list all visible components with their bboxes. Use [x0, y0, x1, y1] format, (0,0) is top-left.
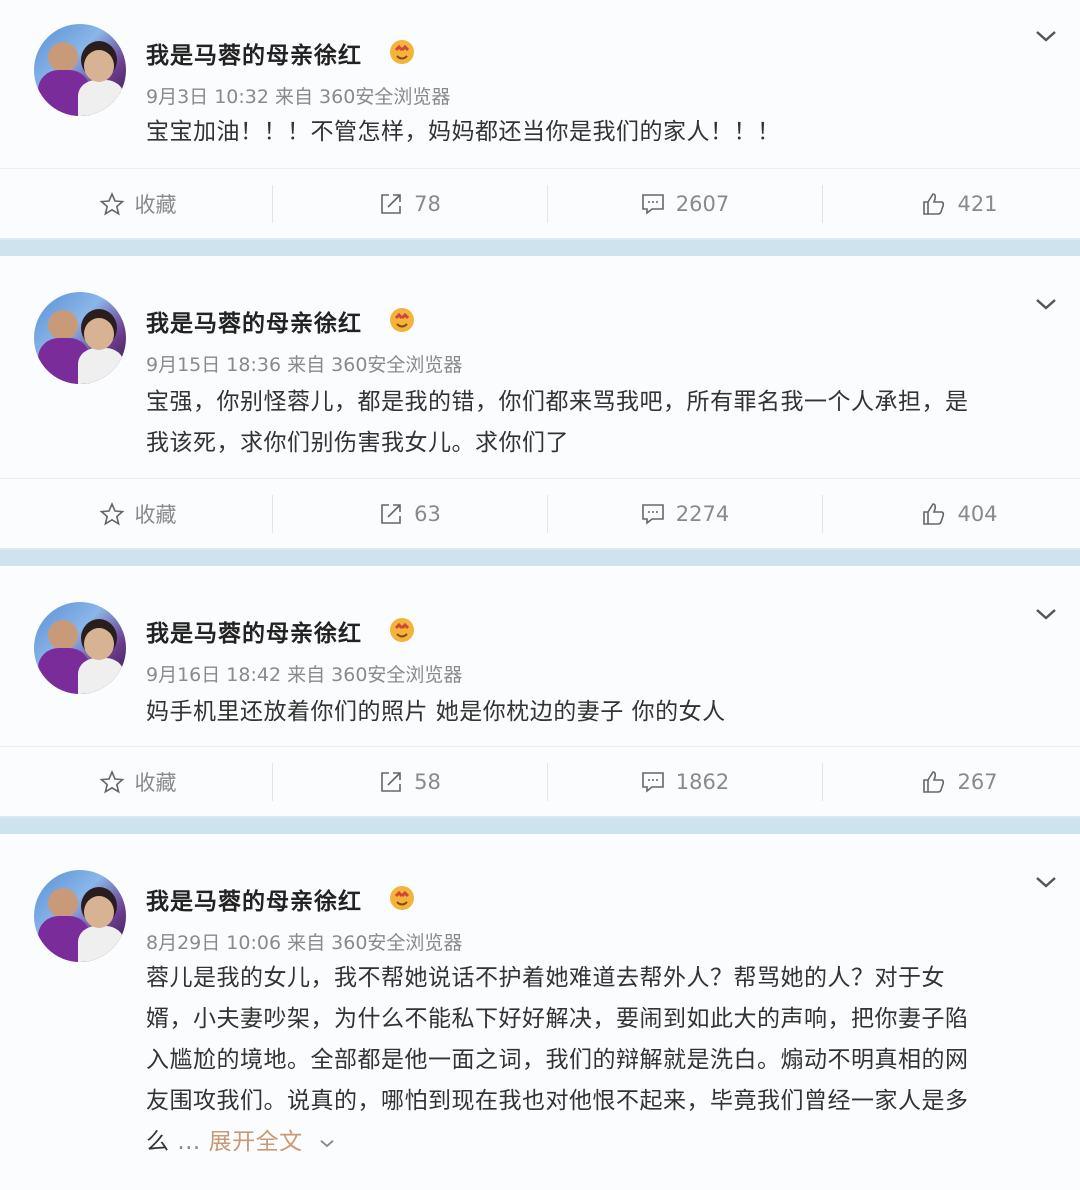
favorite-label: 收藏	[134, 193, 177, 217]
share-count: 58	[414, 770, 441, 794]
like-count: 404	[957, 502, 998, 526]
post-separator	[0, 548, 1080, 566]
favorite-label: 收藏	[134, 503, 177, 527]
post-4: 我是马蓉的母亲徐红 8月29日 10:06 来自 360安全浏览器 蓉儿是我的女…	[0, 834, 1080, 1190]
post-1: 我是马蓉的母亲徐红 9月3日 10:32 来自 360安全浏览器 宝宝加油！！！…	[0, 0, 1080, 238]
comment-icon	[641, 504, 664, 525]
favorite-button[interactable]: 收藏	[0, 747, 275, 817]
post-text: 宝宝加油！！！不管怎样，妈妈都还当你是我们的家人！！！	[146, 119, 781, 145]
thumbs-up-icon	[923, 503, 945, 525]
comment-count: 2274	[675, 502, 730, 526]
action-bar: 收藏 78 2607 421	[0, 168, 1080, 238]
post-text: 蓉儿是我的女儿，我不帮她说话不护着她难道去帮外人？帮骂她的人？对于女 婿，小夫妻…	[146, 958, 1046, 1163]
thumbs-up-icon	[923, 771, 945, 793]
comment-count: 1862	[675, 770, 730, 794]
favorite-label: 收藏	[134, 771, 177, 795]
post-text-line: 我该死，求你们别伤害我女儿。求你们了	[146, 430, 569, 456]
avatar[interactable]	[34, 24, 126, 116]
post-meta: 9月3日 10:32 来自 360安全浏览器	[146, 86, 451, 108]
share-count: 78	[414, 192, 441, 216]
like-button[interactable]: 267	[822, 747, 1080, 817]
post-meta: 9月16日 18:42 来自 360安全浏览器	[146, 664, 463, 686]
avatar[interactable]	[34, 602, 126, 694]
post-text-line: 婿，小夫妻吵架，为什么不能私下好好解决，要闹到如此大的声响，把你妻子陷	[146, 1006, 969, 1032]
expand-full-text-link[interactable]: 展开全文	[209, 1129, 303, 1155]
share-button[interactable]: 78	[272, 169, 547, 239]
post-text-line: 么 ... 展开全文	[146, 1122, 1046, 1163]
comment-button[interactable]: 2607	[547, 169, 822, 239]
ellipsis: ...	[177, 1129, 201, 1155]
love-badge-icon	[390, 618, 414, 642]
post-meta: 9月15日 18:36 来自 360安全浏览器	[146, 354, 463, 376]
chevron-down-icon[interactable]	[1034, 870, 1058, 894]
like-count: 267	[957, 770, 998, 794]
star-icon	[99, 501, 124, 526]
chevron-down-icon[interactable]	[318, 1134, 336, 1152]
share-button[interactable]: 58	[272, 747, 547, 817]
love-badge-icon	[390, 308, 414, 332]
post-text-line: 入尴尬的境地。全部都是他一面之词，我们的辩解就是洗白。煽动不明真相的网	[146, 1047, 969, 1073]
post-text-tail: 么	[146, 1129, 170, 1155]
post-3: 我是马蓉的母亲徐红 9月16日 18:42 来自 360安全浏览器 妈手机里还放…	[0, 566, 1080, 816]
chevron-down-icon[interactable]	[1034, 292, 1058, 316]
comment-icon	[641, 772, 664, 793]
author-name[interactable]: 我是马蓉的母亲徐红	[146, 36, 362, 70]
like-count: 421	[957, 192, 998, 216]
post-text-line: 宝强，你别怪蓉儿，都是我的错，你们都来骂我吧，所有罪名我一个人承担，是	[146, 389, 969, 415]
share-button[interactable]: 63	[272, 479, 547, 549]
share-icon	[381, 772, 401, 792]
star-icon	[99, 769, 124, 794]
chevron-down-icon[interactable]	[1034, 24, 1058, 48]
like-button[interactable]: 421	[822, 169, 1080, 239]
love-badge-icon	[390, 40, 414, 64]
post-separator	[0, 238, 1080, 256]
author-name[interactable]: 我是马蓉的母亲徐红	[146, 614, 362, 648]
share-count: 63	[414, 502, 441, 526]
action-bar: 收藏 58 1862 267	[0, 746, 1080, 816]
post-text-line: 蓉儿是我的女儿，我不帮她说话不护着她难道去帮外人？帮骂她的人？对于女	[146, 965, 945, 991]
post-separator	[0, 816, 1080, 834]
post-meta: 8月29日 10:06 来自 360安全浏览器	[146, 932, 463, 954]
star-icon	[99, 191, 124, 216]
post-text: 宝强，你别怪蓉儿，都是我的错，你们都来骂我吧，所有罪名我一个人承担，是 我该死，…	[146, 382, 1046, 464]
comment-button[interactable]: 2274	[547, 479, 822, 549]
favorite-button[interactable]: 收藏	[0, 479, 275, 549]
comment-icon	[641, 194, 664, 215]
thumbs-up-icon	[923, 193, 945, 215]
post-text-line: 友围攻我们。说真的，哪怕到现在我也对他恨不起来，毕竟我们曾经一家人是多	[146, 1088, 969, 1114]
chevron-down-icon[interactable]	[1034, 602, 1058, 626]
like-button[interactable]: 404	[822, 479, 1080, 549]
avatar[interactable]	[34, 870, 126, 962]
avatar[interactable]	[34, 292, 126, 384]
share-icon	[381, 194, 401, 214]
comment-count: 2607	[675, 192, 730, 216]
author-name[interactable]: 我是马蓉的母亲徐红	[146, 304, 362, 338]
favorite-button[interactable]: 收藏	[0, 169, 275, 239]
post-2: 我是马蓉的母亲徐红 9月15日 18:36 来自 360安全浏览器 宝强，你别怪…	[0, 256, 1080, 548]
comment-button[interactable]: 1862	[547, 747, 822, 817]
author-name[interactable]: 我是马蓉的母亲徐红	[146, 882, 362, 916]
share-icon	[381, 504, 401, 524]
post-text: 妈手机里还放着你们的照片 她是你枕边的妻子 你的女人	[146, 699, 726, 725]
love-badge-icon	[390, 886, 414, 910]
action-bar: 收藏 63 2274 404	[0, 478, 1080, 548]
